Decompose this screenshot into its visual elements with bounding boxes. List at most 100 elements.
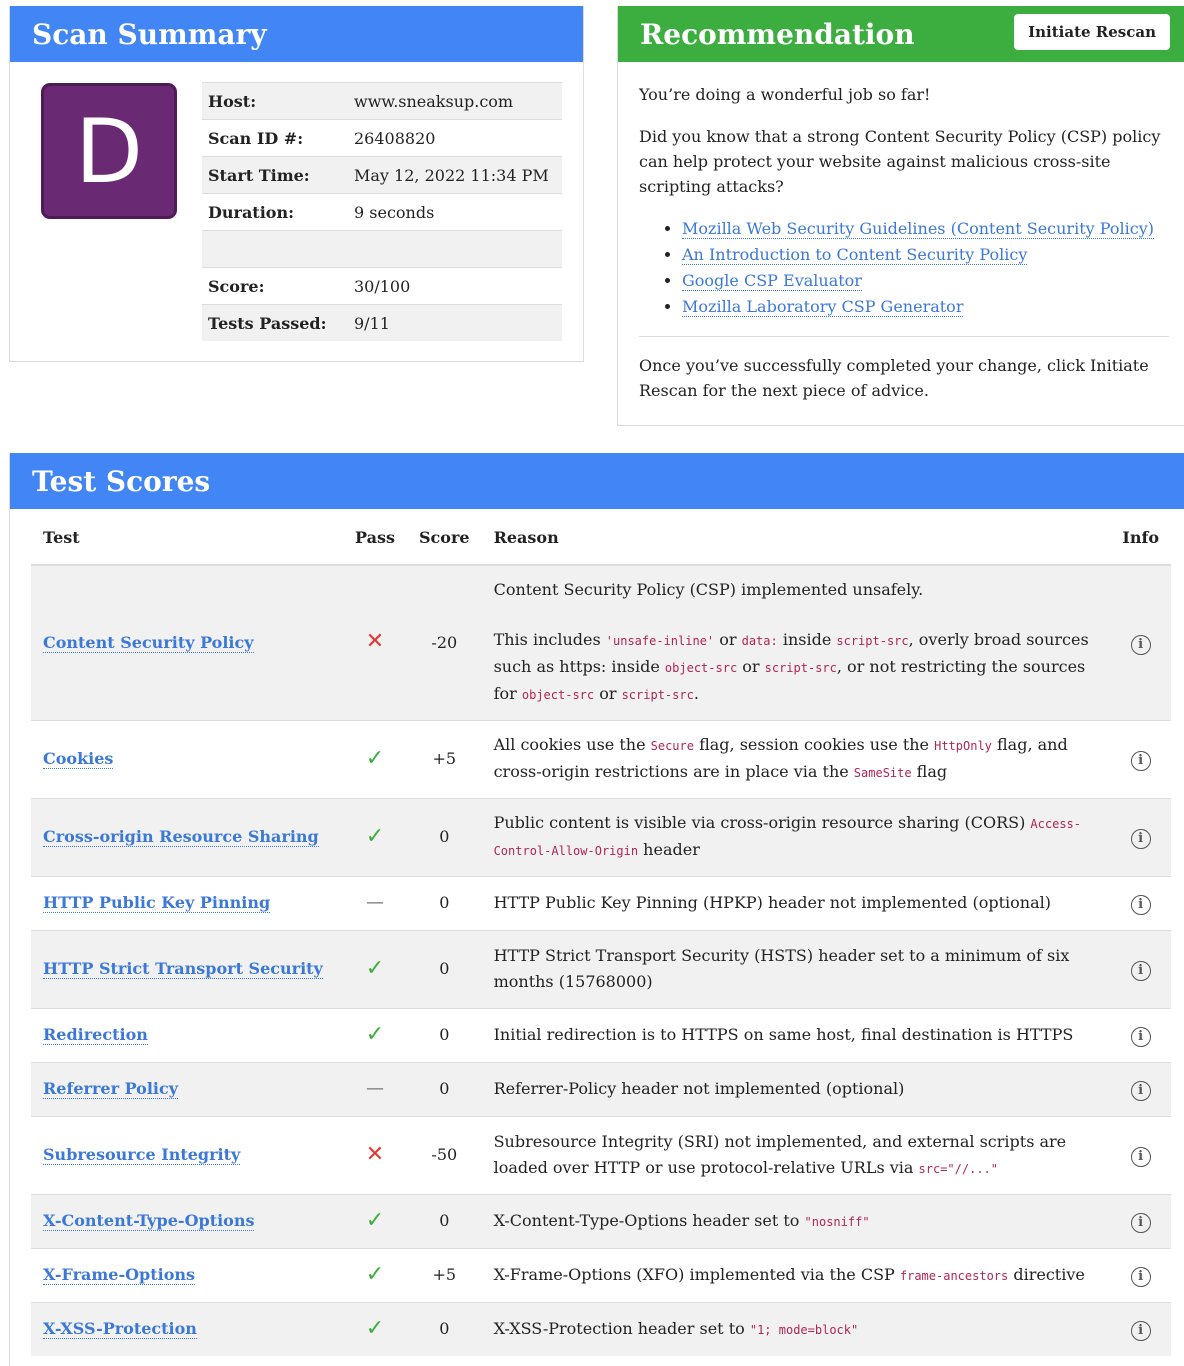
test-link[interactable]: HTTP Public Key Pinning [43, 893, 271, 913]
info-icon[interactable]: i [1130, 1027, 1151, 1047]
test-name-cell: Redirection [31, 1007, 343, 1062]
test-name-cell: Cookies [31, 719, 343, 798]
info-icon[interactable]: i [1130, 961, 1151, 981]
summary-key: Score: [202, 267, 348, 305]
reason-code: frame-ancestors [899, 1268, 1009, 1283]
reason-text: All cookies use the Secure flag, session… [494, 726, 1099, 792]
test-link[interactable]: Redirection [43, 1025, 148, 1045]
reason-text: X-XSS-Protection header set to "1; mode=… [494, 1310, 1099, 1349]
summary-value: May 12, 2022 11:34 PM [348, 156, 562, 194]
reason-code: object-src [521, 688, 595, 703]
pass-cell: ✓ [343, 719, 407, 798]
test-name-cell: Cross-origin Resource Sharing [31, 797, 343, 876]
info-cell: i [1110, 1061, 1171, 1116]
reason-text: Public content is visible via cross-orig… [494, 804, 1099, 870]
reason-paragraph: HTTP Strict Transport Security (HSTS) he… [494, 943, 1099, 995]
reason-paragraph: Initial redirection is to HTTPS on same … [494, 1022, 1099, 1048]
reason-paragraph: This includes 'unsafe-inline' or data: i… [494, 627, 1099, 708]
check-icon: ✓ [365, 1261, 385, 1287]
reason-cell: X-Frame-Options (XFO) implemented via th… [481, 1247, 1111, 1302]
link-mozilla-guidelines[interactable]: Mozilla Web Security Guidelines (Content… [682, 219, 1154, 239]
initiate-rescan-button[interactable]: Initiate Rescan [1014, 14, 1170, 50]
reason-code: script-src [836, 634, 909, 649]
info-icon[interactable]: i [1130, 1321, 1151, 1342]
list-item: Google CSP Evaluator [682, 268, 1169, 294]
info-icon[interactable]: i [1130, 1081, 1151, 1101]
reason-segment: inside [777, 630, 837, 650]
reason-code: SameSite [853, 766, 912, 780]
score-cell: 0 [407, 1193, 482, 1248]
link-google-csp-evaluator[interactable]: Google CSP Evaluator [682, 271, 862, 291]
info-cell: i [1110, 929, 1171, 1008]
summary-row: Score: 30/100 [202, 267, 562, 305]
info-cell: i [1110, 1301, 1171, 1356]
reason-segment: header [638, 840, 700, 859]
info-icon[interactable]: i [1130, 1213, 1151, 1233]
reason-paragraph: All cookies use the Secure flag, session… [494, 732, 1099, 786]
recommendation-text: Did you know that a strong Content Secur… [639, 127, 1161, 196]
x-icon: ✕ [365, 1141, 385, 1167]
link-csp-generator[interactable]: Mozilla Laboratory CSP Generator [682, 297, 964, 317]
info-icon[interactable]: i [1130, 1147, 1151, 1167]
pass-cell: ✓ [343, 1301, 407, 1356]
reason-code: script-src [621, 688, 694, 703]
summary-key: Start Time: [202, 156, 348, 194]
dash-icon: — [366, 892, 384, 913]
scan-summary-title: Scan Summary [32, 17, 267, 51]
score-cell: -50 [407, 1115, 482, 1194]
reason-code: "nosniff" [804, 1214, 870, 1229]
test-link[interactable]: Cookies [43, 749, 114, 769]
test-scores-header: Test Scores [10, 453, 1184, 509]
test-link[interactable]: X-XSS-Protection [43, 1319, 197, 1340]
info-icon[interactable]: i [1130, 829, 1151, 849]
reason-segment: or [737, 657, 765, 677]
reason-text: X-Frame-Options (XFO) implemented via th… [494, 1256, 1099, 1295]
info-icon[interactable]: i [1130, 895, 1151, 915]
recommendation-body: You’re doing a wonderful job so far! Did… [639, 82, 1169, 420]
table-row: Content Security Policy ✕ -20 Content Secur… [31, 564, 1171, 720]
table-row: X-Content-Type-Options ✓ 0 X-Content-Type-O… [31, 1193, 1171, 1248]
scan-summary-header: Scan Summary [10, 6, 583, 62]
test-link[interactable]: Content Security Policy [43, 632, 254, 653]
link-csp-introduction[interactable]: An Introduction to Content Security Poli… [682, 245, 1028, 265]
info-icon[interactable]: i [1130, 751, 1151, 771]
check-icon: ✓ [365, 823, 385, 849]
column-header-reason: Reason [481, 510, 1111, 566]
test-link[interactable]: X-Content-Type-Options [43, 1211, 255, 1231]
reason-segment: X-Content-Type-Options header set to [493, 1210, 805, 1230]
summary-row: Host: www.sneaksup.com [202, 82, 562, 120]
summary-value: 9/11 [348, 304, 562, 341]
info-icon[interactable]: i [1130, 1267, 1151, 1287]
reason-text: Referrer-Policy header not implemented (… [494, 1070, 1099, 1108]
pass-cell: ✓ [343, 1007, 407, 1062]
column-header-test: Test [31, 510, 343, 566]
info-cell: i [1110, 1007, 1171, 1062]
info-cell: i [1110, 797, 1171, 876]
reason-code: object-src [664, 661, 738, 676]
pass-cell: ✓ [343, 929, 407, 1008]
pass-cell: — [343, 1061, 407, 1116]
test-link[interactable]: X-Frame-Options [43, 1265, 196, 1285]
test-link[interactable]: Subresource Integrity [43, 1145, 241, 1165]
test-link[interactable]: HTTP Strict Transport Security [43, 959, 323, 979]
summary-value: 26408820 [348, 119, 562, 157]
score-cell: +5 [407, 719, 482, 798]
reason-paragraph: Subresource Integrity (SRI) not implemen… [494, 1129, 1099, 1182]
recommendation-footer: Once you’ve successfully completed your … [639, 356, 1149, 400]
test-link[interactable]: Cross-origin Resource Sharing [43, 827, 319, 847]
reason-segment: All cookies use the [493, 735, 651, 754]
score-cell: 0 [407, 1301, 482, 1356]
test-link[interactable]: Referrer Policy [43, 1079, 179, 1099]
reason-cell: Content Security Policy (CSP) implemente… [481, 564, 1111, 720]
pass-cell: ✓ [343, 1193, 407, 1248]
check-icon: ✓ [365, 1207, 385, 1233]
reason-code: src="//..." [918, 1161, 998, 1176]
table-row: X-Frame-Options ✓ +5 X-Frame-Options (XFO) … [31, 1247, 1171, 1302]
summary-value [348, 230, 562, 268]
table-row: HTTP Public Key Pinning — 0 HTTP Public Key… [31, 875, 1171, 930]
list-item: Mozilla Laboratory CSP Generator [682, 294, 1169, 320]
info-icon[interactable]: i [1130, 634, 1151, 655]
reason-code: data: [741, 634, 778, 649]
reason-segment: HTTP Strict Transport Security (HSTS) he… [493, 946, 1070, 991]
recommendation-links: Mozilla Web Security Guidelines (Content… [639, 216, 1169, 320]
